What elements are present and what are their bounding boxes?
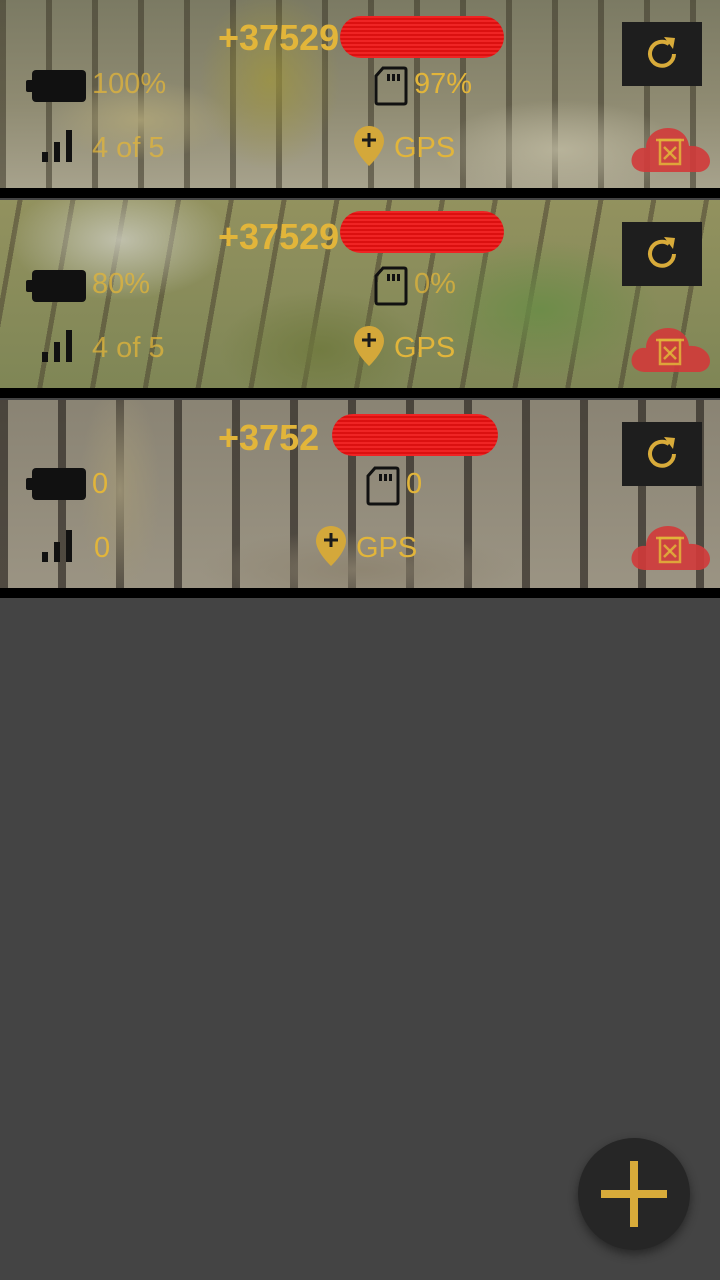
gps-label[interactable]: GPS: [356, 532, 417, 565]
redaction-mark: [332, 414, 498, 456]
device-card[interactable]: +37529 100% 97% 4 of 5 GPS: [0, 0, 720, 198]
refresh-icon: [648, 437, 676, 468]
battery-icon: [26, 70, 86, 102]
cloud-delete-icon[interactable]: [628, 320, 712, 376]
phone-number: +37529: [218, 216, 340, 257]
cloud-delete-icon[interactable]: [628, 518, 712, 574]
sd-card-icon: [374, 66, 408, 106]
map-pin-plus-icon[interactable]: [314, 524, 348, 568]
sd-card-icon: [366, 466, 400, 506]
phone-number: +3752: [218, 417, 320, 458]
device-card[interactable]: +37529 80% 0% 4 of 5 GPS: [0, 200, 720, 398]
battery-icon: [26, 270, 86, 302]
gps-label[interactable]: GPS: [394, 132, 455, 165]
add-device-button[interactable]: [578, 1138, 690, 1250]
device-card[interactable]: +3752 0 0 0 GPS: [0, 400, 720, 598]
battery-level: 80%: [92, 268, 151, 300]
redaction-mark: [340, 16, 504, 58]
storage-level: 0: [406, 468, 423, 500]
signal-bars-icon: [42, 330, 72, 362]
map-pin-plus-icon[interactable]: [352, 124, 386, 168]
gps-label[interactable]: GPS: [394, 332, 455, 365]
storage-level: 97%: [414, 68, 473, 100]
battery-level: 0: [92, 468, 109, 500]
signal-strength: 4 of 5: [92, 332, 165, 364]
refresh-icon: [648, 37, 676, 68]
refresh-button[interactable]: [622, 222, 702, 286]
refresh-button[interactable]: [622, 22, 702, 86]
cloud-delete-icon[interactable]: [628, 120, 712, 176]
plus-icon: [601, 1161, 667, 1227]
battery-level: 100%: [92, 68, 167, 100]
map-pin-plus-icon[interactable]: [352, 324, 386, 368]
storage-level: 0%: [414, 268, 456, 300]
signal-strength: 0: [94, 532, 111, 564]
signal-strength: 4 of 5: [92, 132, 165, 164]
refresh-icon: [648, 237, 676, 268]
redaction-mark: [340, 211, 504, 253]
battery-icon: [26, 468, 86, 500]
signal-bars-icon: [42, 530, 72, 562]
sd-card-icon: [374, 266, 408, 306]
phone-number: +37529: [218, 17, 340, 58]
signal-bars-icon: [42, 130, 72, 162]
refresh-button[interactable]: [622, 422, 702, 486]
